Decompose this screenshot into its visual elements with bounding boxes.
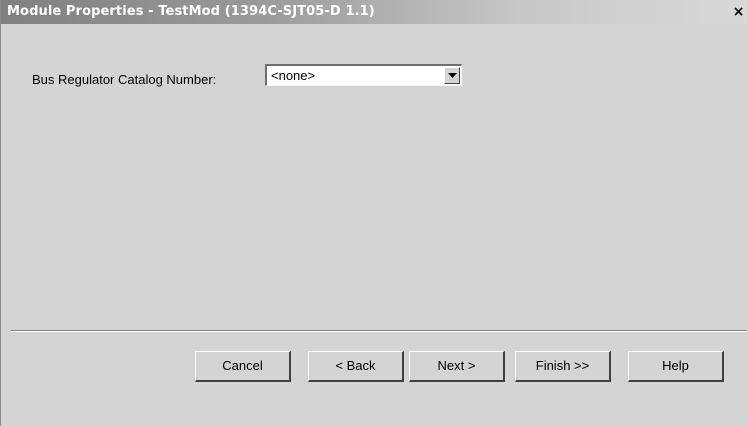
bus-regulator-select[interactable]: <none> xyxy=(265,64,462,86)
close-icon[interactable]: × xyxy=(730,2,747,22)
dropdown-button[interactable] xyxy=(444,67,460,84)
cancel-button[interactable]: Cancel xyxy=(195,351,291,382)
chevron-down-icon xyxy=(448,73,457,78)
bus-regulator-value: <none> xyxy=(271,68,316,83)
back-button[interactable]: < Back xyxy=(308,351,404,382)
help-button[interactable]: Help xyxy=(628,351,724,382)
title-bar[interactable]: Module Properties - TestMod (1394C-SJT05… xyxy=(1,0,747,24)
window-title: Module Properties - TestMod (1394C-SJT05… xyxy=(7,4,375,19)
next-button[interactable]: Next > xyxy=(409,351,505,382)
bus-regulator-label: Bus Regulator Catalog Number: xyxy=(32,72,217,87)
button-separator xyxy=(11,330,747,332)
finish-button[interactable]: Finish >> xyxy=(515,351,611,382)
module-properties-dialog: Module Properties - TestMod (1394C-SJT05… xyxy=(0,0,747,426)
